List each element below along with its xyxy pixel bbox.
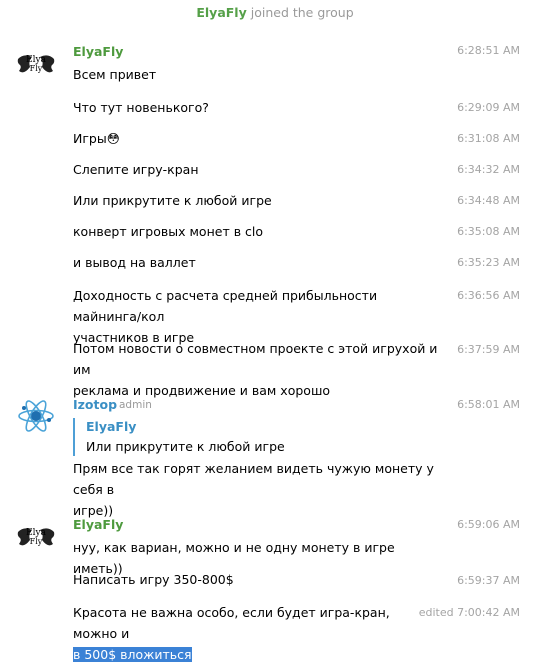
reply-text: Или прикрутите к любой игре xyxy=(86,439,285,454)
message-time: 6:36:56 AM xyxy=(457,289,520,302)
sender-name[interactable]: ElyaFly xyxy=(73,44,123,59)
avatar-text-bottom: Fly xyxy=(30,64,43,73)
message-time: 6:35:08 AM xyxy=(457,225,520,238)
avatar-izotop[interactable] xyxy=(16,396,56,436)
message-text: Красота не важна особо, если будет игра-… xyxy=(73,602,433,665)
message-time: 6:34:32 AM xyxy=(457,163,520,176)
message-line: Прям все так горят желанием видеть чужую… xyxy=(73,461,434,497)
message-line: Доходность с расчета средней прибыльност… xyxy=(73,288,378,324)
message-time: 6:59:06 AM xyxy=(457,518,520,531)
message-text: Прям все так горят желанием видеть чужую… xyxy=(73,458,443,521)
reply-quote[interactable]: ElyaFly Или прикрутите к любой игре xyxy=(73,418,285,456)
message-time: 6:58:01 AM xyxy=(457,398,520,411)
message-text: Потом новости о совместном проекте с это… xyxy=(73,338,443,401)
message-time: 6:29:09 AM xyxy=(457,101,520,114)
elyafly-wings-logo-icon: Elya Fly xyxy=(16,518,56,558)
message-time-edited: edited 7:00:42 AM xyxy=(418,606,520,619)
message-text: Игры😳 xyxy=(73,128,428,149)
avatar-elyafly[interactable]: Elya Fly xyxy=(16,518,56,558)
admin-badge: admin xyxy=(119,399,152,411)
reply-author: ElyaFly xyxy=(86,419,137,434)
message-time: 6:34:48 AM xyxy=(457,194,520,207)
message-time: 6:31:08 AM xyxy=(457,132,520,145)
avatar-elyafly[interactable]: Elya Fly xyxy=(16,45,56,85)
message-text: и вывод на валлет xyxy=(73,255,196,270)
service-text: joined the group xyxy=(250,5,354,20)
message-line: реклама и продвижение и вам хорошо xyxy=(73,383,331,398)
message-text: Или прикрутите к любой игре xyxy=(73,193,272,208)
message-text: конверт игровых монет в clo xyxy=(73,224,264,239)
flushed-face-emoji-icon: 😳 xyxy=(106,131,120,146)
message-text: Всем привет xyxy=(73,67,157,82)
message-time: 6:35:23 AM xyxy=(457,256,520,269)
message-text: Что тут новенького? xyxy=(73,100,209,115)
message-line: Потом новости о совместном проекте с это… xyxy=(73,341,438,377)
selected-text[interactable]: в 500$ вложиться xyxy=(73,647,192,662)
elyafly-wings-logo-icon: Elya Fly xyxy=(16,45,56,85)
message-time: 6:59:37 AM xyxy=(457,574,520,587)
atom-icon xyxy=(16,396,56,436)
service-user-name[interactable]: ElyaFly xyxy=(196,5,246,20)
message-line: игре)) xyxy=(73,503,114,518)
sender-name[interactable]: ElyaFly xyxy=(73,517,123,532)
message-time: 6:28:51 AM xyxy=(457,44,520,57)
avatar-text-bottom: Fly xyxy=(30,537,43,546)
message-text: Написать игру 350-800$ xyxy=(73,572,234,587)
message-line: Красота не важна особо, если будет игра-… xyxy=(73,605,390,641)
message-text: Слепите игру-кран xyxy=(73,162,199,177)
message-text-part: Игры xyxy=(73,131,107,146)
message-time: 6:37:59 AM xyxy=(457,343,520,356)
service-message: ElyaFly joined the group xyxy=(0,5,550,20)
sender-name[interactable]: Izotop xyxy=(73,397,117,412)
